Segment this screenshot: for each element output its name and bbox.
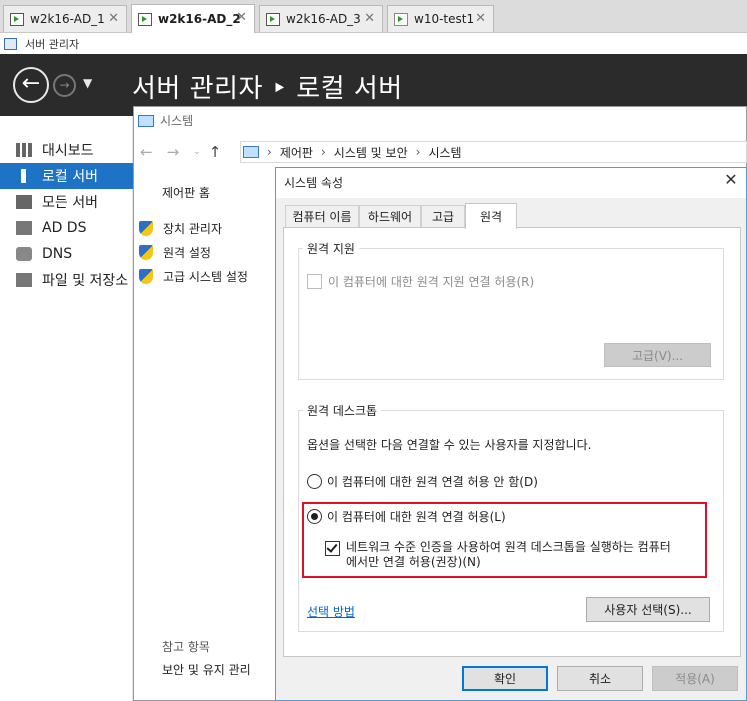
checkbox-label: 이 컴퓨터에 대한 원격 지원 연결 허용(R) bbox=[328, 275, 535, 289]
vm-tab-w2k16-ad-3[interactable]: w2k16-AD_3 ✕ bbox=[259, 5, 383, 32]
tab-advanced[interactable]: 고급 bbox=[421, 205, 465, 227]
nav-item-label: 파일 및 저장소 bbox=[42, 273, 129, 289]
ad-ds-icon bbox=[16, 221, 32, 235]
breadcrumb-chevron-icon: › bbox=[320, 145, 326, 159]
chevron-down-icon[interactable]: ▼ bbox=[83, 76, 92, 90]
forward-arrow-icon[interactable]: → bbox=[53, 74, 76, 97]
local-server-icon bbox=[21, 169, 26, 183]
close-icon[interactable]: ✕ bbox=[364, 11, 375, 26]
nav-item-label: 모든 서버 bbox=[42, 195, 98, 211]
vm-icon bbox=[394, 12, 408, 26]
nav-item-label: AD DS bbox=[42, 220, 87, 236]
page-title: 서버 관리자 ‣ 로컬 서버 bbox=[132, 74, 403, 104]
server-manager-icon bbox=[4, 37, 17, 50]
tab-computer-name[interactable]: 컴퓨터 이름 bbox=[285, 205, 359, 227]
vm-tab-w2k16-ad-2[interactable]: w2k16-AD_2 ✕ bbox=[131, 4, 255, 33]
radio-deny-remote[interactable]: 이 컴퓨터에 대한 원격 연결 허용 안 함(D) bbox=[307, 473, 538, 490]
ok-button[interactable]: 확인 bbox=[462, 666, 548, 691]
vm-tab-w2k16-ad-1[interactable]: w2k16-AD_1 ✕ bbox=[3, 5, 127, 32]
shield-icon bbox=[139, 221, 153, 236]
forward-arrow-icon[interactable]: → bbox=[167, 143, 180, 161]
radio-label: 이 컴퓨터에 대한 원격 연결 허용 안 함(D) bbox=[327, 475, 538, 489]
monitor-icon bbox=[243, 146, 259, 158]
nav-item-local-server[interactable]: 로컬 서버 bbox=[0, 163, 133, 189]
nav-item-dns[interactable]: DNS bbox=[0, 241, 133, 267]
group-label: 원격 지원 bbox=[303, 240, 359, 257]
nav-item-label: 대시보드 bbox=[42, 143, 94, 159]
monitor-icon bbox=[138, 114, 154, 127]
close-icon[interactable]: ✕ bbox=[720, 170, 742, 189]
system-window-title-text: 시스템 bbox=[160, 114, 194, 128]
see-also-heading: 참고 항목 bbox=[162, 640, 210, 654]
vm-tab-w10-test1[interactable]: w10-test1 ✕ bbox=[387, 5, 494, 32]
link-label: 원격 설정 bbox=[163, 246, 211, 260]
nav-item-ad-ds[interactable]: AD DS bbox=[0, 215, 133, 241]
nav-item-label: 로컬 서버 bbox=[42, 169, 98, 185]
breadcrumb-item[interactable]: 제어판 bbox=[280, 144, 313, 161]
nav-item-all-servers[interactable]: 모든 서버 bbox=[0, 189, 133, 215]
dashboard-icon bbox=[16, 143, 32, 157]
highlight-box bbox=[302, 502, 707, 578]
window-title: 서버 관리자 bbox=[25, 37, 80, 51]
all-servers-icon bbox=[16, 195, 32, 209]
server-manager-titlebar: 서버 관리자 bbox=[0, 33, 747, 54]
close-icon[interactable]: ✕ bbox=[108, 11, 119, 26]
control-panel-home-link[interactable]: 제어판 홈 bbox=[162, 184, 210, 201]
instruction-text: 옵션을 선택한 다음 연결할 수 있는 사용자를 지정합니다. bbox=[307, 438, 592, 452]
breadcrumb-item[interactable]: 시스템 bbox=[428, 144, 461, 161]
nav-item-file-storage[interactable]: 파일 및 저장소 bbox=[0, 267, 133, 293]
radio-button bbox=[307, 474, 322, 489]
advanced-button[interactable]: 고급(V)... bbox=[604, 343, 711, 367]
group-label: 원격 데스크톱 bbox=[303, 402, 382, 419]
vm-icon bbox=[266, 12, 280, 26]
remote-assistance-checkbox[interactable]: 이 컴퓨터에 대한 원격 지원 연결 허용(R) bbox=[307, 273, 534, 290]
breadcrumb-item[interactable]: 시스템 및 보안 bbox=[334, 144, 408, 161]
remote-settings-link[interactable]: 원격 설정 bbox=[139, 244, 211, 261]
breadcrumb-chevron-icon: › bbox=[267, 145, 272, 159]
system-window-title: 시스템 bbox=[138, 112, 193, 129]
dialog-title: 시스템 속성 bbox=[284, 176, 344, 190]
breadcrumb-chevron-icon: › bbox=[415, 145, 421, 159]
checkbox-box bbox=[307, 274, 322, 289]
shield-icon bbox=[139, 269, 153, 284]
close-icon[interactable]: ✕ bbox=[236, 10, 247, 25]
apply-button[interactable]: 적용(A) bbox=[652, 666, 738, 691]
tab-hardware[interactable]: 하드웨어 bbox=[359, 205, 421, 227]
up-arrow-icon[interactable]: ↑ bbox=[209, 143, 222, 161]
tab-remote[interactable]: 원격 bbox=[465, 203, 517, 229]
dialog-titlebar bbox=[276, 168, 746, 198]
back-arrow-icon[interactable]: ← bbox=[13, 67, 49, 103]
nav-item-dashboard[interactable]: 대시보드 bbox=[0, 137, 133, 163]
vm-tab-label: w2k16-AD_2 bbox=[158, 12, 241, 26]
link-label: 장치 관리자 bbox=[163, 222, 223, 236]
security-maintenance-link[interactable]: 보안 및 유지 관리 bbox=[162, 661, 251, 678]
file-storage-icon bbox=[16, 273, 32, 287]
vm-tab-label: w2k16-AD_1 bbox=[30, 12, 105, 26]
close-icon[interactable]: ✕ bbox=[475, 11, 486, 26]
device-manager-link[interactable]: 장치 관리자 bbox=[139, 220, 222, 237]
vm-tab-label: w2k16-AD_3 bbox=[286, 12, 361, 26]
back-arrow-icon[interactable]: ← bbox=[140, 143, 153, 161]
select-users-button[interactable]: 사용자 선택(S)... bbox=[586, 597, 710, 622]
shield-icon bbox=[139, 245, 153, 260]
vm-tab-label: w10-test1 bbox=[414, 12, 475, 26]
vm-icon bbox=[10, 12, 24, 26]
recent-dropdown-icon[interactable]: ⌄ bbox=[193, 147, 201, 157]
advanced-system-settings-link[interactable]: 고급 시스템 설정 bbox=[139, 268, 248, 285]
link-label: 고급 시스템 설정 bbox=[163, 270, 248, 284]
cancel-button[interactable]: 취소 bbox=[557, 666, 643, 691]
dns-icon bbox=[16, 247, 32, 261]
help-link[interactable]: 선택 방법 bbox=[307, 603, 355, 620]
vm-icon bbox=[138, 12, 152, 26]
nav-item-label: DNS bbox=[42, 246, 73, 262]
breadcrumb[interactable]: › 제어판 › 시스템 및 보안 › 시스템 bbox=[240, 141, 747, 163]
